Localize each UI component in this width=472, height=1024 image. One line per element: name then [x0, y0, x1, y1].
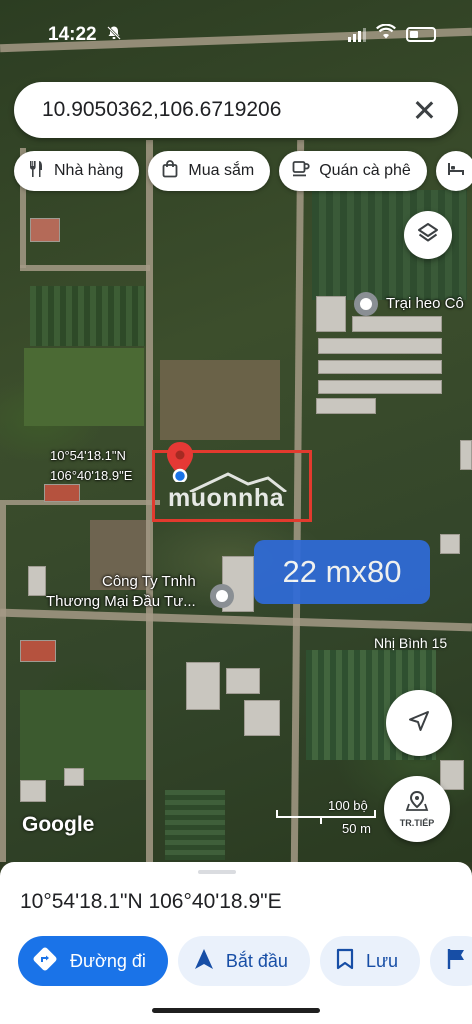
status-bar: 14:22: [0, 0, 472, 70]
building: [20, 640, 56, 662]
search-input[interactable]: 10.9050362,106.6719206: [42, 98, 410, 122]
crop-field: [24, 348, 144, 426]
building: [352, 316, 442, 332]
poi-label-company-line2[interactable]: Thương Mại Đầu Tư...: [46, 592, 196, 612]
start-label: Bắt đầu: [225, 950, 288, 971]
building: [440, 760, 464, 790]
chip-restaurants[interactable]: Nhà hàng: [14, 151, 140, 191]
road: [0, 500, 160, 505]
place-pin-icon[interactable]: [210, 584, 234, 608]
battery-icon: [406, 26, 436, 42]
crop-field: [165, 790, 225, 860]
place-pin-icon[interactable]: [354, 292, 378, 316]
fork-knife-icon: [26, 160, 46, 183]
chip-coffee[interactable]: Quán cà phê: [279, 151, 427, 191]
bed-icon: [446, 161, 466, 182]
dropped-pin-icon[interactable]: [166, 442, 194, 482]
shopping-bag-icon: [160, 159, 180, 183]
building: [440, 534, 460, 554]
street-view-button[interactable]: TR.TIẾP: [384, 776, 450, 842]
coffee-cup-icon: [291, 160, 311, 183]
navigation-arrow-icon: [194, 948, 214, 975]
building: [316, 296, 346, 332]
building: [44, 484, 80, 502]
chip-label: Nhà hàng: [54, 162, 124, 179]
directions-label: Đường đi: [70, 950, 146, 971]
building: [318, 360, 442, 374]
building: [318, 338, 442, 354]
sheet-drag-handle[interactable]: [198, 870, 236, 874]
directions-button[interactable]: Đường đi: [18, 936, 168, 986]
chip-label: Quán cà phê: [319, 162, 411, 179]
building: [226, 668, 260, 694]
chip-label: Mua sắm: [188, 162, 255, 179]
map-scale: 100 bộ 50 m: [276, 798, 386, 836]
pin-coord-line2: 106°40'18.9"E: [50, 468, 133, 483]
place-title: 10°54'18.1"N 106°40'18.9"E: [20, 890, 282, 913]
pin-coord-line1: 10°54'18.1"N: [50, 448, 126, 463]
building: [64, 768, 84, 786]
building: [318, 380, 442, 394]
google-logo: Google: [22, 813, 95, 836]
road: [20, 265, 150, 271]
building: [244, 700, 280, 736]
chip-shopping[interactable]: Mua sắm: [148, 151, 271, 191]
location-arrow-icon: [408, 710, 430, 737]
bookmark-icon: [336, 948, 354, 975]
scale-label-imperial: 100 bộ: [328, 798, 368, 813]
save-button[interactable]: Lưu: [319, 936, 421, 986]
poi-label-trai-heo[interactable]: Trại heo Cô: [386, 294, 464, 314]
watermark: muonnha: [168, 484, 284, 512]
street-view-label: TR.TIẾP: [399, 817, 435, 828]
crop-field: [20, 690, 150, 780]
crop-field: [30, 286, 145, 346]
road-nhi-binh-15: [0, 608, 472, 632]
plot-size-label: 22 mx80: [254, 540, 430, 604]
building: [30, 218, 60, 242]
place-bottom-sheet[interactable]: 10°54'18.1"N 106°40'18.9"E Đường đi Bắt …: [0, 862, 472, 1024]
building: [316, 398, 376, 414]
wifi-icon: [376, 23, 396, 44]
bare-land: [160, 360, 280, 440]
building: [460, 440, 472, 470]
save-label: Lưu: [365, 950, 399, 971]
layers-button[interactable]: [404, 211, 452, 259]
scale-label-metric: 50 m: [342, 821, 371, 836]
building: [20, 780, 46, 802]
building: [28, 566, 46, 596]
building: [186, 662, 220, 710]
home-indicator: [152, 1008, 320, 1013]
layers-icon: [416, 221, 440, 250]
cellular-signal-icon: [348, 26, 366, 42]
action-buttons: Đường đi Bắt đầu Lưu: [18, 936, 472, 986]
start-button[interactable]: Bắt đầu: [177, 936, 310, 986]
pegman-pin-icon: [405, 790, 429, 816]
poi-label-company-line1[interactable]: Công Ty Tnhh: [102, 572, 196, 592]
bell-slash-icon: [106, 25, 122, 45]
category-chips: Nhà hàng Mua sắm Quán cà phê: [14, 151, 472, 191]
close-icon[interactable]: [410, 96, 438, 124]
directions-icon: [32, 946, 58, 977]
road: [0, 505, 6, 862]
search-bar[interactable]: 10.9050362,106.6719206: [14, 82, 458, 138]
status-time: 14:22: [48, 24, 97, 45]
more-button[interactable]: [430, 936, 472, 986]
my-location-button[interactable]: [386, 690, 452, 756]
pin-coordinates-label: 10°54'18.1"N 106°40'18.9"E: [50, 446, 132, 486]
street-name-label: Nhị Bình 15: [374, 635, 448, 651]
flag-icon: [446, 948, 466, 975]
chip-hotels[interactable]: [435, 151, 472, 191]
